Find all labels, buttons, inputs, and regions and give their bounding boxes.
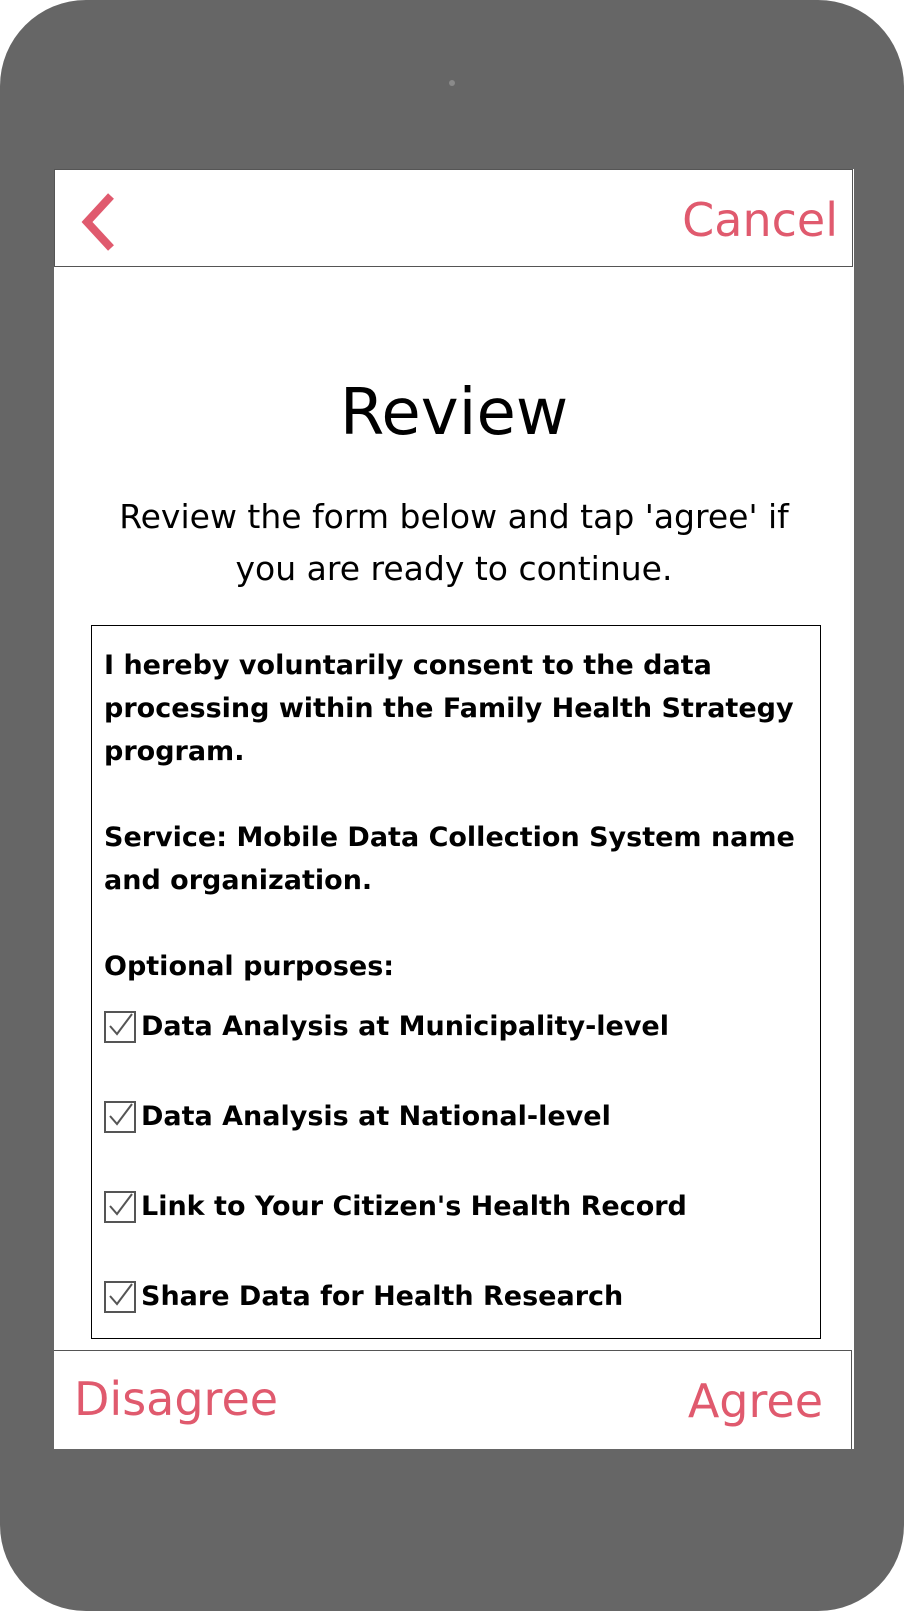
purpose-label: Link to Your Citizen's Health Record: [141, 1191, 687, 1222]
bottom-action-bar: Disagree Agree: [54, 1350, 852, 1449]
consent-form[interactable]: I hereby voluntarily consent to the data…: [91, 625, 821, 1339]
checkbox-checked-icon[interactable]: [104, 1010, 136, 1043]
purpose-checkbox-municipality[interactable]: Data Analysis at Municipality-level: [104, 1004, 810, 1049]
checkbox-checked-icon[interactable]: [104, 1100, 136, 1133]
agree-button[interactable]: Agree: [688, 1373, 823, 1429]
purposes-heading: Optional purposes:: [104, 951, 395, 982]
checkbox-checked-icon[interactable]: [104, 1190, 136, 1223]
device-camera: [449, 80, 455, 86]
device-frame: Cancel Review Review the form below and …: [0, 0, 904, 1611]
screen: Cancel Review Review the form below and …: [54, 169, 854, 1449]
checkbox-checked-icon[interactable]: [104, 1280, 136, 1313]
chevron-left-icon: [81, 193, 114, 251]
purpose-checkbox-national[interactable]: Data Analysis at National-level: [104, 1094, 810, 1139]
purpose-checkbox-research[interactable]: Share Data for Health Research: [104, 1274, 810, 1319]
cancel-button[interactable]: Cancel: [682, 192, 838, 248]
service-statement: Service: Mobile Data Collection System n…: [104, 822, 795, 896]
back-button[interactable]: [77, 192, 129, 252]
consent-statement: I hereby voluntarily consent to the data…: [104, 650, 794, 767]
purpose-label: Share Data for Health Research: [141, 1281, 624, 1312]
purpose-label: Data Analysis at Municipality-level: [141, 1011, 670, 1042]
top-navigation-bar: Cancel: [54, 169, 853, 267]
purpose-checkbox-health-record[interactable]: Link to Your Citizen's Health Record: [104, 1184, 810, 1229]
page-subtitle: Review the form below and tap 'agree' if…: [119, 497, 789, 588]
disagree-button[interactable]: Disagree: [74, 1371, 278, 1427]
purpose-label: Data Analysis at National-level: [141, 1101, 611, 1132]
page-title: Review: [339, 376, 569, 450]
